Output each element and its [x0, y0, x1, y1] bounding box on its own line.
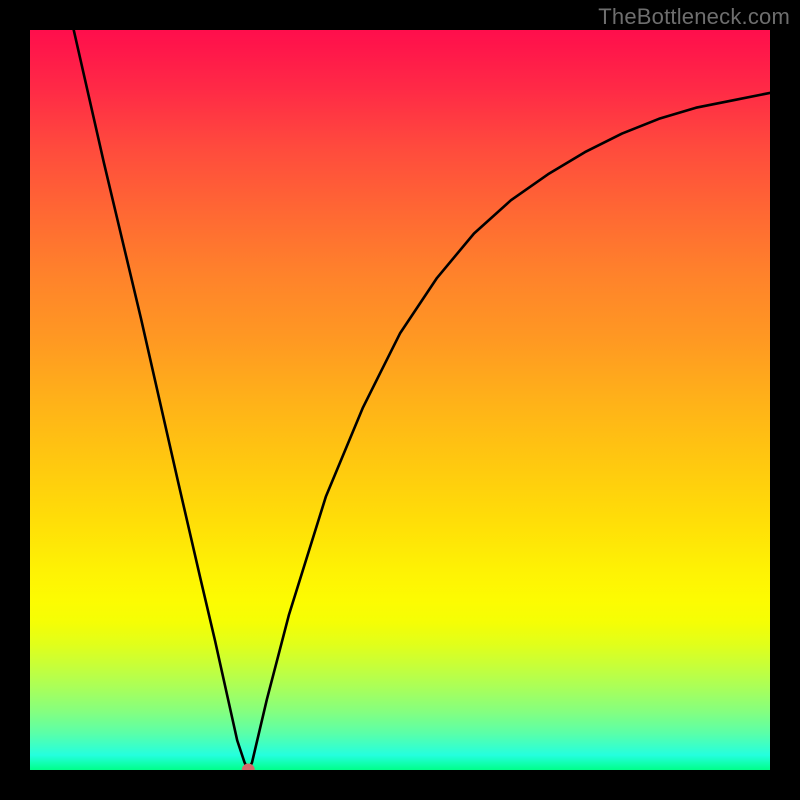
- watermark-text: TheBottleneck.com: [598, 4, 790, 30]
- minimum-marker: [242, 764, 255, 771]
- plot-area: [30, 30, 770, 770]
- curve-svg: [30, 30, 770, 770]
- chart-frame: TheBottleneck.com: [0, 0, 800, 800]
- bottleneck-curve: [30, 30, 770, 770]
